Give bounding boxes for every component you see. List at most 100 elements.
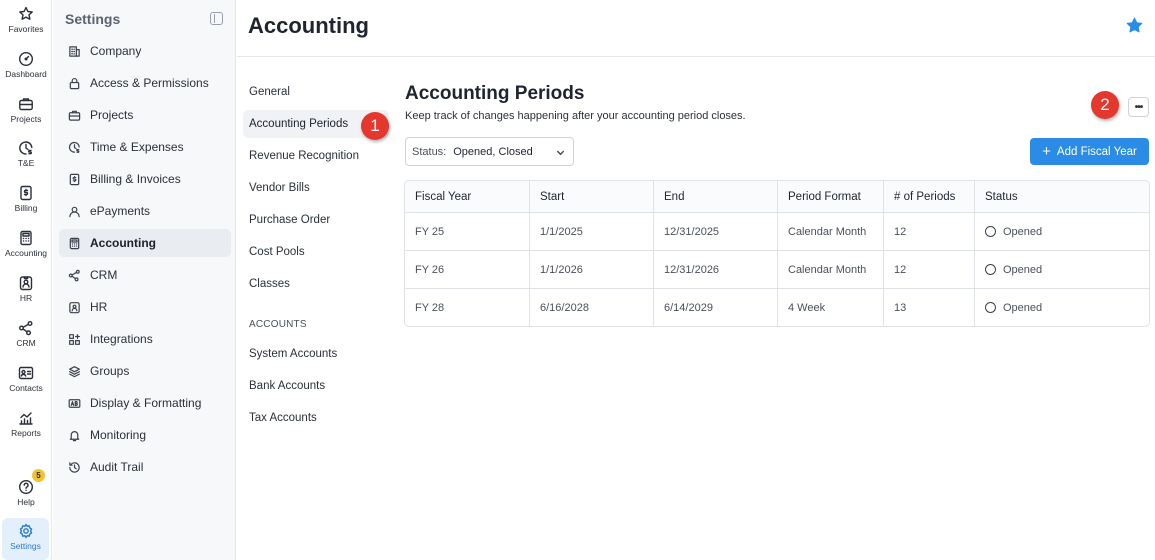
id-badge-icon — [68, 301, 80, 313]
settings-item-crm[interactable]: CRM — [59, 261, 231, 289]
subnav-bank-accounts[interactable]: Bank Accounts — [243, 372, 389, 400]
status-circle-icon — [985, 264, 996, 275]
settings-item-access-permissions[interactable]: Access & Permissions — [59, 69, 231, 97]
page-title: Accounting — [248, 13, 369, 38]
column-header-fiscal-year[interactable]: Fiscal Year — [405, 181, 529, 212]
column-header-status[interactable]: Status — [974, 181, 1149, 212]
cell-start: 1/1/2025 — [529, 213, 653, 250]
subnav-general[interactable]: General — [243, 78, 389, 106]
settings-item-time-expenses[interactable]: Time & Expenses — [59, 133, 231, 161]
add-fiscal-year-button[interactable]: + Add Fiscal Year — [1030, 138, 1149, 165]
subnav-accounts-heading: ACCOUNTS — [249, 319, 307, 330]
display-icon — [68, 398, 80, 408]
network-icon — [19, 321, 33, 336]
chart-icon — [19, 412, 33, 425]
subnav-tax-accounts[interactable]: Tax Accounts — [243, 404, 389, 432]
briefcase-icon — [68, 110, 80, 121]
status-filter-dropdown[interactable]: Status: Opened, Closed — [405, 137, 574, 166]
rail-item-favorites[interactable]: Favorites — [0, 6, 52, 34]
fiscal-years-table: Fiscal Year Start End Period Format # of… — [404, 180, 1150, 327]
plus-icon: + — [1042, 143, 1051, 160]
column-header-start[interactable]: Start — [529, 181, 653, 212]
cell-status: Opened — [974, 289, 1149, 326]
cell-num-periods: 12 — [883, 251, 974, 288]
settings-sidebar: Settings Company Access & Permissions Pr… — [53, 0, 236, 560]
bell-icon — [69, 430, 79, 441]
rail-item-contacts[interactable]: Contacts — [0, 365, 52, 393]
briefcase-icon — [19, 98, 33, 111]
cell-end: 6/14/2029 — [653, 289, 777, 326]
column-header-period-format[interactable]: Period Format — [777, 181, 883, 212]
settings-item-monitoring[interactable]: Monitoring — [59, 421, 231, 449]
subnav-purchase-order[interactable]: Purchase Order — [243, 206, 389, 234]
gauge-icon — [18, 51, 34, 67]
cell-period-format: Calendar Month — [777, 213, 883, 250]
status-circle-icon — [985, 226, 996, 237]
settings-item-display-formatting[interactable]: Display & Formatting — [59, 389, 231, 417]
settings-item-accounting[interactable]: Accounting — [59, 229, 231, 257]
contact-card-icon — [18, 366, 34, 380]
cell-end: 12/31/2025 — [653, 213, 777, 250]
cell-start: 6/16/2028 — [529, 289, 653, 326]
calculator-icon — [69, 237, 79, 249]
column-header-end[interactable]: End — [653, 181, 777, 212]
subnav-vendor-bills[interactable]: Vendor Bills — [243, 174, 389, 202]
settings-item-company[interactable]: Company — [59, 37, 231, 65]
rail-item-hr[interactable]: HR — [0, 275, 52, 303]
table-row[interactable]: FY 28 6/16/2028 6/14/2029 4 Week 13 Open… — [405, 288, 1149, 326]
rail-item-dashboard[interactable]: Dashboard — [0, 51, 52, 79]
layers-icon — [68, 365, 80, 377]
app-nav-rail: Favorites Dashboard Projects T&E Billing… — [0, 0, 52, 560]
settings-item-audit-trail[interactable]: Audit Trail — [59, 453, 231, 481]
billing-icon — [69, 173, 79, 185]
rail-item-settings[interactable]: Settings — [2, 518, 49, 560]
cell-period-format: 4 Week — [777, 289, 883, 326]
id-badge-icon — [19, 276, 33, 291]
cell-fiscal-year: FY 25 — [415, 225, 445, 238]
settings-item-hr[interactable]: HR — [59, 293, 231, 321]
calculator-icon — [20, 230, 32, 246]
rail-item-accounting[interactable]: Accounting — [0, 230, 52, 258]
subnav-cost-pools[interactable]: Cost Pools — [243, 238, 389, 266]
subnav-revenue-recognition[interactable]: Revenue Recognition — [243, 142, 389, 170]
column-header-num-periods[interactable]: # of Periods — [883, 181, 974, 212]
cell-fiscal-year: FY 28 — [415, 301, 445, 314]
header-divider — [237, 56, 1155, 57]
settings-item-billing-invoices[interactable]: Billing & Invoices — [59, 165, 231, 193]
rail-item-reports[interactable]: Reports — [0, 410, 52, 438]
collapse-sidebar-icon[interactable] — [210, 12, 223, 25]
cell-fiscal-year: FY 26 — [415, 263, 445, 276]
star-icon — [19, 6, 33, 20]
clock-dollar-icon — [68, 141, 80, 153]
cell-end: 12/31/2026 — [653, 251, 777, 288]
gear-icon — [19, 523, 32, 539]
history-icon — [68, 461, 80, 473]
subnav-classes[interactable]: Classes — [243, 270, 389, 298]
cell-period-format: Calendar Month — [777, 251, 883, 288]
rail-item-help[interactable]: 5 Help — [0, 469, 52, 507]
settings-item-groups[interactable]: Groups — [59, 357, 231, 385]
table-row[interactable]: FY 25 1/1/2025 12/31/2025 Calendar Month… — [405, 212, 1149, 250]
settings-item-epayments[interactable]: ePayments — [59, 197, 231, 225]
status-filter-value: Opened, Closed — [453, 145, 533, 158]
rail-item-crm[interactable]: CRM — [0, 320, 52, 348]
cell-status: Opened — [974, 213, 1149, 250]
more-options-button[interactable]: ••• — [1128, 97, 1149, 117]
notification-badge: 5 — [32, 469, 45, 482]
cell-num-periods: 13 — [883, 289, 974, 326]
rail-item-projects[interactable]: Projects — [0, 96, 52, 124]
favorite-star-icon[interactable] — [1126, 17, 1143, 34]
table-row[interactable]: FY 26 1/1/2026 12/31/2026 Calendar Month… — [405, 250, 1149, 288]
rail-item-billing[interactable]: Billing — [0, 185, 52, 213]
section-description: Keep track of changes happening after yo… — [405, 110, 746, 122]
status-circle-icon — [985, 302, 996, 313]
help-icon — [18, 479, 34, 495]
section-title: Accounting Periods — [405, 83, 585, 104]
payment-icon — [68, 206, 80, 217]
callout-marker-2: 2 — [1091, 91, 1119, 119]
settings-item-projects[interactable]: Projects — [59, 101, 231, 129]
subnav-system-accounts[interactable]: System Accounts — [243, 340, 389, 368]
settings-item-integrations[interactable]: Integrations — [59, 325, 231, 353]
building-icon — [68, 45, 80, 57]
rail-item-te[interactable]: T&E — [0, 140, 52, 168]
